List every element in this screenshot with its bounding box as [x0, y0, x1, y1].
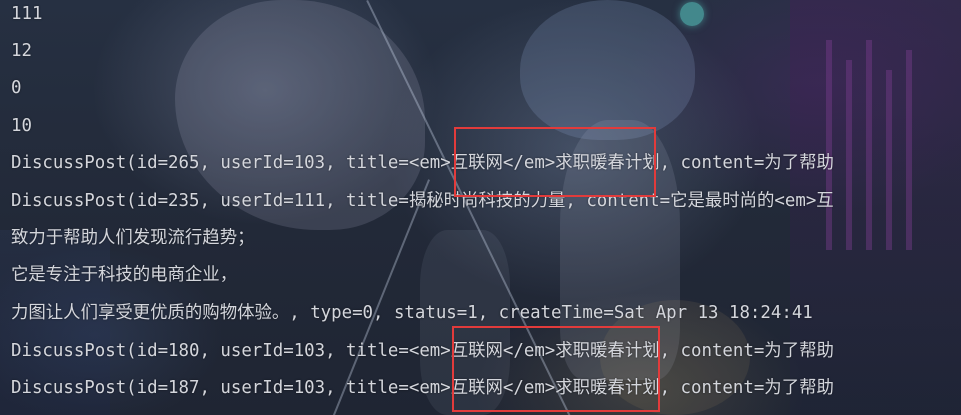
console-line: 0	[11, 78, 22, 98]
console-line: 10	[11, 116, 32, 136]
console-line: 力图让人们享受更优质的购物体验。, type=0, status=1, crea…	[11, 303, 813, 323]
console-line: DiscussPost(id=187, userId=103, title=<e…	[11, 378, 834, 398]
console-line: 致力于帮助人们发现流行趋势；	[11, 228, 255, 248]
console-line: 它是专注于科技的电商企业，	[11, 265, 238, 285]
console-line: DiscussPost(id=265, userId=103, title=<e…	[11, 153, 834, 173]
console-line: DiscussPost(id=235, userId=111, title=揭秘…	[11, 191, 834, 211]
console-line: 111	[11, 4, 43, 24]
console-line: DiscussPost(id=180, userId=103, title=<e…	[11, 341, 834, 361]
highlight-box-title-265	[454, 127, 656, 197]
console-line: 12	[11, 41, 32, 61]
highlight-box-titles-180-187	[452, 326, 660, 412]
